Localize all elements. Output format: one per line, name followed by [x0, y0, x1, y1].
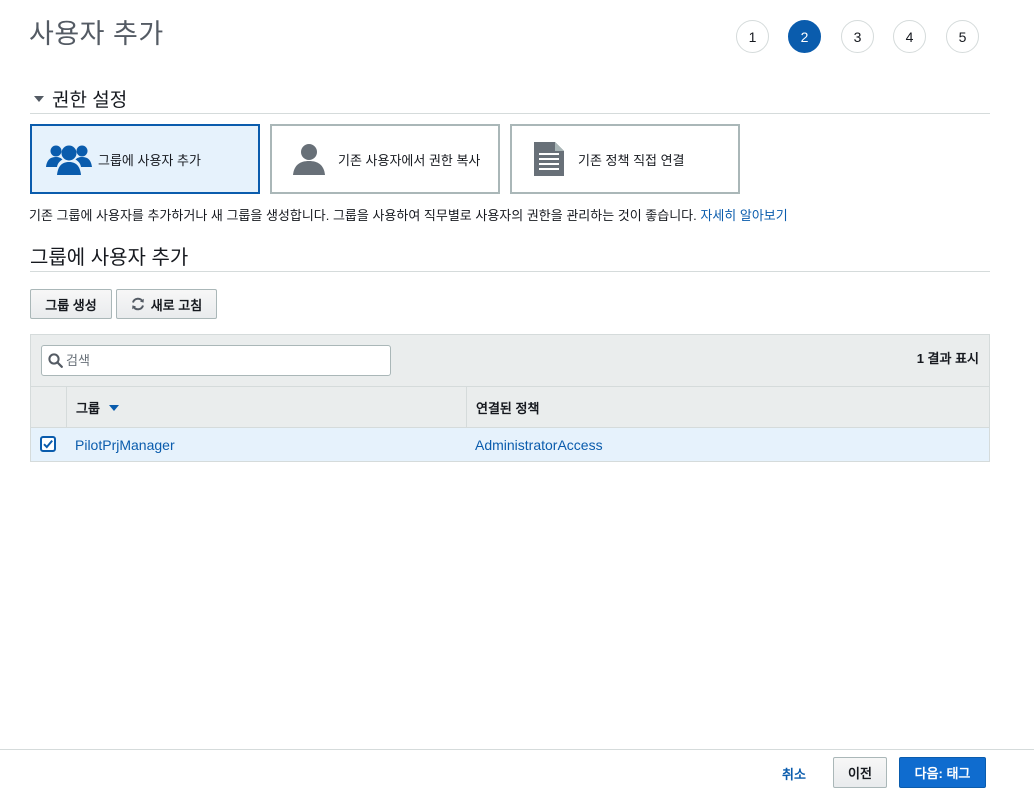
- refresh-button-label: 새로 고침: [150, 297, 203, 313]
- permissions-section-title: 권한 설정: [52, 90, 128, 111]
- step-2-current[interactable]: 2: [788, 20, 821, 53]
- step-4[interactable]: 4: [893, 20, 926, 53]
- learn-more-link[interactable]: 자세히 알아보기: [700, 208, 787, 223]
- table-row[interactable]: PilotPrjManager AdministratorAccess: [31, 428, 989, 461]
- checkmark-icon: [43, 439, 53, 449]
- description-text: 기존 그룹에 사용자를 추가하거나 새 그룹을 생성합니다. 그룹을 사용하여 …: [29, 208, 697, 223]
- policy-name-link[interactable]: AdministratorAccess: [475, 428, 603, 461]
- sort-descending-icon[interactable]: [108, 405, 119, 411]
- next-tags-button[interactable]: 다음: 태그: [899, 757, 986, 788]
- groups-table: 1 결과 표시 그룹 연결된 정책 PilotPrjManager Admini…: [30, 334, 990, 462]
- permissions-description: 기존 그룹에 사용자를 추가하거나 새 그룹을 생성합니다. 그룹을 사용하여 …: [29, 205, 788, 224]
- group-name-link[interactable]: PilotPrjManager: [75, 428, 175, 461]
- create-group-button[interactable]: 그룹 생성: [30, 289, 112, 319]
- footer-divider: [0, 749, 1034, 750]
- refresh-button[interactable]: 새로 고침: [116, 289, 217, 319]
- column-header-policy-label: 연결된 정책: [476, 400, 540, 416]
- option-attach-policies[interactable]: 기존 정책 직접 연결: [510, 124, 740, 194]
- search-icon: [48, 353, 63, 368]
- search-input[interactable]: [64, 346, 388, 375]
- document-icon: [524, 139, 574, 179]
- row-checkbox[interactable]: [40, 436, 56, 452]
- user-icon: [284, 139, 334, 179]
- option-copy-permissions-label: 기존 사용자에서 권한 복사: [338, 152, 481, 168]
- column-header-group[interactable]: 그룹: [66, 387, 466, 427]
- step-5[interactable]: 5: [946, 20, 979, 53]
- groups-section-title: 그룹에 사용자 추가: [30, 247, 189, 269]
- search-field[interactable]: [41, 345, 391, 376]
- page-title: 사용자 추가: [29, 19, 164, 49]
- cancel-button[interactable]: 취소: [782, 764, 806, 783]
- option-copy-permissions[interactable]: 기존 사용자에서 권한 복사: [270, 124, 500, 194]
- result-count: 1 결과 표시: [916, 351, 979, 366]
- option-add-to-group-label: 그룹에 사용자 추가: [98, 152, 201, 168]
- groups-section-header: 그룹에 사용자 추가: [30, 240, 990, 272]
- table-header: 그룹 연결된 정책: [31, 386, 989, 428]
- step-3[interactable]: 3: [841, 20, 874, 53]
- select-column-header: [31, 387, 66, 427]
- column-header-policy[interactable]: 연결된 정책: [466, 387, 989, 427]
- previous-button[interactable]: 이전: [833, 757, 887, 788]
- option-add-to-group[interactable]: 그룹에 사용자 추가: [30, 124, 260, 194]
- column-header-group-label: 그룹: [76, 400, 100, 416]
- step-1[interactable]: 1: [736, 20, 769, 53]
- caret-down-icon: [34, 96, 44, 102]
- refresh-icon: [131, 297, 145, 311]
- permissions-section-header[interactable]: 권한 설정: [30, 84, 990, 114]
- users-group-icon: [44, 139, 94, 179]
- option-attach-policies-label: 기존 정책 직접 연결: [578, 152, 685, 168]
